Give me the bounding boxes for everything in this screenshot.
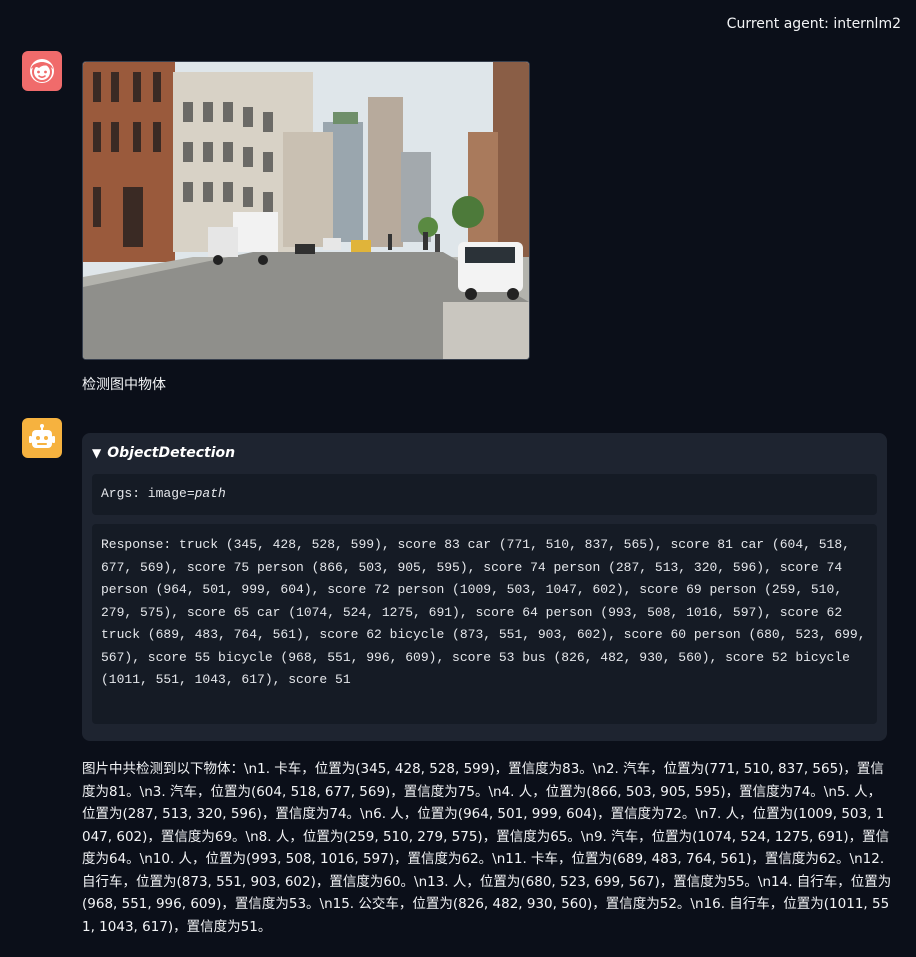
user-avatar-icon	[30, 59, 54, 83]
tool-call-card: ▼ ObjectDetection Args: image=path Respo…	[82, 433, 887, 741]
args-prefix: Args: image=	[101, 486, 195, 501]
tool-response: Response: truck (345, 428, 528, 599), sc…	[92, 524, 877, 724]
tool-name: ObjectDetection	[107, 445, 236, 461]
robot-avatar-icon	[29, 424, 55, 448]
triangle-down-icon: ▼	[92, 446, 102, 460]
street-scene-image	[83, 62, 529, 359]
assistant-avatar	[22, 418, 62, 458]
tool-call-toggle[interactable]: ▼ ObjectDetection	[92, 445, 235, 461]
user-avatar	[22, 51, 62, 91]
chat-page: Current agent: internlm2 检测图中物体 ▼ Object…	[0, 0, 916, 957]
tool-args: Args: image=path	[92, 474, 877, 515]
assistant-answer-text: 图片中共检测到以下物体：\n1. 卡车，位置为(345, 428, 528, 5…	[82, 761, 892, 935]
args-value: path	[194, 486, 226, 501]
user-message-text: 检测图中物体	[82, 377, 166, 393]
user-uploaded-image[interactable]	[82, 61, 530, 360]
current-agent-label: Current agent: internlm2	[726, 16, 901, 32]
